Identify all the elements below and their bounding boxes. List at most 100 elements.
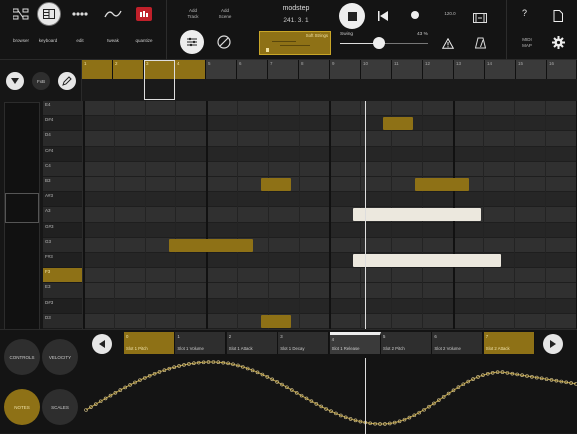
loop-button[interactable] xyxy=(473,10,487,20)
warning-button[interactable] xyxy=(442,36,454,48)
keyboard-button[interactable]: keyboard xyxy=(30,0,66,52)
piano-key[interactable]: F3 xyxy=(43,268,82,283)
edit-icon xyxy=(70,4,90,24)
automation-slot[interactable]: 1Slot 1 Volume xyxy=(175,332,226,354)
clip-slot[interactable]: 8 xyxy=(299,60,330,79)
stop-button[interactable] xyxy=(339,3,365,29)
piano-key[interactable]: E4 xyxy=(43,101,82,116)
piano-key[interactable]: G#3 xyxy=(43,223,82,238)
piano-key[interactable]: B3 xyxy=(43,177,82,192)
grid-line xyxy=(114,101,115,329)
clip-slot[interactable]: 12 xyxy=(423,60,454,79)
controls-mode-button[interactable]: CONTROLS xyxy=(4,339,40,375)
viewport-indicator[interactable] xyxy=(144,60,175,100)
automation-slot[interactable]: 6Slot 2 Volume xyxy=(432,332,483,354)
clip-thumbnail[interactable]: Soft Strings xyxy=(259,31,331,55)
arrow-left-icon xyxy=(99,340,105,348)
clip-slot[interactable]: 4 xyxy=(175,60,206,79)
arrow-right-icon xyxy=(550,340,556,348)
midi-note[interactable] xyxy=(353,208,481,221)
piano-key[interactable]: G3 xyxy=(43,238,82,253)
swing-slider-thumb[interactable] xyxy=(373,37,385,49)
metronome-button[interactable] xyxy=(475,36,487,48)
browser-icon xyxy=(11,4,31,24)
midi-note[interactable] xyxy=(415,178,469,191)
piano-key[interactable]: A3 xyxy=(43,207,82,222)
midi-note[interactable] xyxy=(353,254,501,267)
grid-line xyxy=(145,101,146,329)
automation-slot[interactable]: 4Slot 1 Release xyxy=(330,332,381,354)
automation-slot[interactable]: 2Slot 1 Attack xyxy=(227,332,278,354)
automation-slot[interactable]: 3Slot 1 Decay xyxy=(278,332,329,354)
piano-key[interactable]: C#4 xyxy=(43,147,82,162)
scales-mode-button[interactable]: SCALES xyxy=(42,389,78,425)
clip-slot[interactable]: 2 xyxy=(113,60,144,79)
automation-lane[interactable] xyxy=(82,358,577,434)
midi-map-button[interactable]: MIDI MAP xyxy=(517,37,537,49)
piano-key[interactable]: C4 xyxy=(43,162,82,177)
collapse-button[interactable] xyxy=(6,72,24,90)
midi-note[interactable] xyxy=(261,315,291,328)
grid-line xyxy=(514,101,515,329)
clip-strip[interactable]: 1 2 3 4 5 6 7 8 9 10 11 12 13 14 15 16 xyxy=(82,60,577,79)
top-toolbar: browser keyboard edit tweak quantize Add… xyxy=(0,0,577,60)
clip-slot[interactable]: 9 xyxy=(330,60,361,79)
piano-key[interactable]: A#3 xyxy=(43,192,82,207)
grid-line xyxy=(299,101,300,329)
track-selection[interactable] xyxy=(5,193,39,223)
help-button[interactable]: ? xyxy=(522,8,527,18)
velocity-mode-button[interactable]: VELOCITY xyxy=(42,339,78,375)
metronome-icon xyxy=(475,37,486,49)
clip-slot[interactable]: 13 xyxy=(454,60,485,79)
piano-key[interactable]: D#3 xyxy=(43,299,82,314)
piano-key[interactable]: D4 xyxy=(43,131,82,146)
piano-key[interactable]: D3 xyxy=(43,314,82,329)
edit-button[interactable]: edit xyxy=(62,0,98,52)
clip-slot[interactable]: 16 xyxy=(547,60,577,79)
triangle-down-icon xyxy=(11,78,19,84)
add-track-button[interactable]: Add Track xyxy=(180,8,206,20)
piano-key[interactable]: D#4 xyxy=(43,116,82,131)
notes-mode-button[interactable]: NOTES xyxy=(4,389,40,425)
settings-button[interactable] xyxy=(552,36,565,49)
clip-slot[interactable]: 10 xyxy=(361,60,392,79)
clip-slot[interactable]: 15 xyxy=(516,60,547,79)
stop-icon xyxy=(348,12,357,21)
quantize-button[interactable]: quantize xyxy=(126,0,162,52)
automation-curve[interactable] xyxy=(86,362,576,424)
clip-slot[interactable]: 7 xyxy=(268,60,299,79)
automation-slot[interactable]: 7Slot 2 Attack xyxy=(484,332,535,354)
automation-slot[interactable]: 5Slot 2 Pitch xyxy=(381,332,432,354)
midi-note[interactable] xyxy=(261,178,291,191)
clip-slot[interactable]: 14 xyxy=(485,60,516,79)
clip-slot[interactable]: 6 xyxy=(237,60,268,79)
mixer-toggle-button[interactable] xyxy=(180,30,204,54)
piano-key[interactable]: F#3 xyxy=(43,253,82,268)
bottom-panel: CONTROLS VELOCITY NOTES SCALES 0Slot 1 P… xyxy=(0,329,577,433)
clip-slot[interactable]: 1 xyxy=(82,60,113,79)
midi-note[interactable] xyxy=(383,117,413,130)
add-scene-button[interactable]: Add Scene xyxy=(212,8,238,20)
prev-slot-button[interactable] xyxy=(92,334,112,354)
new-document-button[interactable] xyxy=(553,9,563,21)
disable-button[interactable] xyxy=(214,32,234,52)
app-title: modstep xyxy=(262,5,330,12)
draw-tool-button[interactable] xyxy=(58,72,76,90)
tempo-display[interactable]: 120.0 xyxy=(440,11,460,16)
pencil-icon xyxy=(62,76,72,86)
quantize-icon xyxy=(134,4,154,24)
midi-note[interactable] xyxy=(169,239,253,252)
automation-slot[interactable]: 0Slot 1 Pitch xyxy=(124,332,175,354)
grid-line xyxy=(206,101,208,329)
clip-slot[interactable]: 5 xyxy=(206,60,237,79)
clip-slot[interactable]: 11 xyxy=(392,60,423,79)
document-icon xyxy=(553,10,563,22)
piano-roll[interactable]: E4D#4D4C#4C4B3A#3A3G#3G3F#3F3E3D#3D3C#3 xyxy=(43,101,577,329)
piano-key[interactable]: E3 xyxy=(43,283,82,298)
playhead xyxy=(365,101,366,329)
fx-button[interactable]: FxB xyxy=(32,72,50,90)
next-slot-button[interactable] xyxy=(543,334,563,354)
rewind-button[interactable] xyxy=(377,9,391,23)
quantize-label: quantize xyxy=(120,38,168,43)
record-button[interactable] xyxy=(411,11,419,19)
